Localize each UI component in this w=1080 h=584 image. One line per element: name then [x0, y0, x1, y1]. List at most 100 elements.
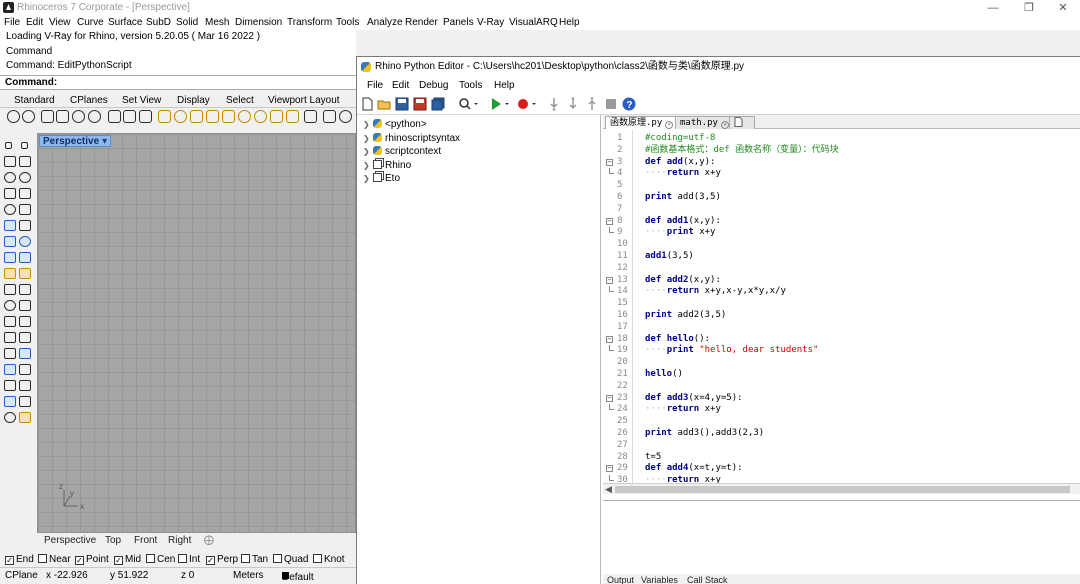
grid-icon[interactable] [4, 380, 16, 391]
close-tab-icon[interactable]: ✕ [665, 121, 674, 129]
editor-menu-edit[interactable]: Edit [392, 80, 409, 91]
layer-icon[interactable] [88, 110, 101, 123]
osnap-cen[interactable]: Cen [146, 554, 175, 565]
editor-menu-file[interactable]: File [367, 80, 383, 91]
scroll-left-icon[interactable]: ◀ [605, 484, 612, 494]
cut-icon[interactable] [108, 110, 121, 123]
tree-item-scriptcontext[interactable]: ❯ scriptcontext [363, 146, 441, 157]
check-icon[interactable] [19, 396, 31, 407]
viewtab-right[interactable]: Right [168, 535, 191, 546]
search-icon[interactable] [458, 97, 480, 111]
polygon-icon[interactable] [4, 188, 16, 199]
chevron-right-icon[interactable]: ❯ [363, 161, 371, 170]
curve-icon[interactable] [19, 156, 31, 167]
code-editor[interactable]: 1 2 3−4 5 6 7 8−9 10 11 12 13−14 15 16 17 18−19 20 21 22 2… [603, 130, 1080, 483]
osnap-perp[interactable]: ✓ Perp [206, 554, 238, 565]
lock-icon[interactable] [4, 412, 16, 423]
light-icon[interactable] [270, 110, 283, 123]
editor-menu-tools[interactable]: Tools [459, 80, 482, 91]
array-icon[interactable] [4, 348, 16, 359]
tab-set-view[interactable]: Set View [122, 95, 161, 106]
editor-menu-debug[interactable]: Debug [419, 80, 448, 91]
tab-cplanes[interactable]: CPlanes [70, 95, 108, 106]
shade-icon[interactable] [286, 110, 299, 123]
new-file-icon[interactable] [360, 97, 374, 111]
menu-view[interactable]: View [49, 17, 71, 28]
scrollbar-thumb[interactable] [615, 486, 1070, 493]
loft-icon[interactable] [19, 220, 31, 231]
join-icon[interactable] [4, 284, 16, 295]
menu-vray[interactable]: V-Ray [477, 17, 504, 28]
rotate-view-icon[interactable] [206, 110, 219, 123]
tree-item-eto[interactable]: ❯ Eto [363, 173, 400, 184]
text-icon[interactable] [4, 332, 16, 343]
fold-toggle-icon[interactable]: − [606, 465, 613, 473]
menu-solid[interactable]: Solid [176, 17, 198, 28]
subd-icon[interactable] [19, 268, 31, 279]
fold-toggle-icon[interactable]: − [606, 394, 613, 402]
menu-surface[interactable]: Surface [108, 17, 142, 28]
fold-toggle-icon[interactable]: − [606, 217, 613, 225]
menu-mesh[interactable]: Mesh [205, 17, 229, 28]
chevron-right-icon[interactable]: ❯ [363, 120, 371, 129]
step-into-icon[interactable] [547, 97, 561, 111]
select-arrow-icon[interactable] [5, 142, 12, 149]
fold-toggle-icon[interactable]: − [606, 276, 613, 284]
mesh-icon[interactable] [4, 268, 16, 279]
fold-toggle-icon[interactable]: − [606, 335, 613, 343]
rectangle-icon[interactable] [19, 188, 31, 199]
step-over-icon[interactable] [566, 97, 580, 111]
osnap-point[interactable]: ✓ Point [75, 554, 109, 565]
doc-tab-math[interactable]: math.py ✕ [675, 116, 734, 129]
perspective-viewport[interactable]: Perspective ▾ z y x [37, 133, 356, 533]
menu-render[interactable]: Render [405, 17, 438, 28]
analyze-icon[interactable] [19, 380, 31, 391]
ellipse-icon[interactable] [4, 204, 16, 215]
plus-icon[interactable]: ⨁ [204, 535, 214, 546]
tab-variables[interactable]: Variables [641, 575, 678, 584]
output-panel[interactable] [603, 500, 1080, 573]
viewtab-perspective[interactable]: Perspective [44, 535, 96, 546]
project-icon[interactable] [19, 316, 31, 327]
close-icon[interactable]: ✕ [1044, 0, 1080, 16]
move-icon[interactable] [19, 348, 31, 359]
osnap-knot[interactable]: Knot [313, 554, 345, 565]
menu-visualarq[interactable]: VisualARQ [509, 17, 558, 28]
menu-dimension[interactable]: Dimension [235, 17, 282, 28]
tree-item-rhino[interactable]: ❯ Rhino [363, 160, 411, 171]
menu-subd[interactable]: SubD [146, 17, 171, 28]
render-object-icon[interactable] [4, 396, 16, 407]
tab-viewport-layout[interactable]: Viewport Layout [268, 95, 340, 106]
command-prompt[interactable]: Command: [0, 75, 356, 90]
material-icon[interactable] [323, 110, 336, 123]
menu-file[interactable]: File [4, 17, 20, 28]
menu-tools[interactable]: Tools [336, 17, 359, 28]
split-icon[interactable] [19, 300, 31, 311]
restore-icon[interactable]: ❐ [1010, 0, 1048, 16]
tab-display[interactable]: Display [177, 95, 210, 106]
help-icon[interactable]: ? [622, 97, 636, 111]
close-tab-icon[interactable]: ✕ [720, 121, 729, 129]
horizontal-scrollbar[interactable]: ◀ [603, 483, 1080, 494]
editor-menu-help[interactable]: Help [494, 80, 515, 91]
osnap-end[interactable]: ✓ End [5, 554, 34, 565]
viewtab-front[interactable]: Front [134, 535, 157, 546]
tree-item-rhinoscriptsyntax[interactable]: ❯ rhinoscriptsyntax [363, 133, 460, 144]
osnap-quad[interactable]: Quad [273, 554, 308, 565]
tab-output[interactable]: Output [607, 575, 634, 584]
trim-icon[interactable] [4, 300, 16, 311]
osnap-tan[interactable]: Tan [241, 554, 268, 565]
history-icon[interactable] [19, 412, 31, 423]
explode-icon[interactable] [19, 284, 31, 295]
extrude-icon[interactable] [4, 252, 16, 263]
new-icon[interactable] [7, 110, 20, 123]
osnap-int[interactable]: Int [178, 554, 200, 565]
menu-panels[interactable]: Panels [443, 17, 474, 28]
dimension-icon[interactable] [19, 332, 31, 343]
tab-select[interactable]: Select [226, 95, 254, 106]
box-solid-icon[interactable] [4, 236, 16, 247]
chevron-right-icon[interactable]: ❯ [363, 147, 371, 156]
doc-tab-active[interactable]: 函数原理.py ✕ [605, 116, 679, 129]
render-icon[interactable] [304, 110, 317, 123]
pan-icon[interactable] [190, 110, 203, 123]
